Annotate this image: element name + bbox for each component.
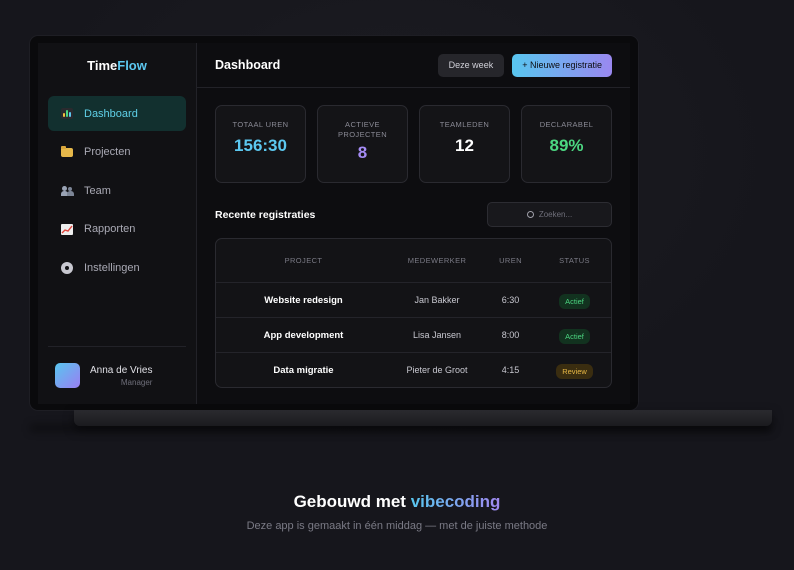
status-badge: Actief <box>559 329 590 344</box>
sidebar-item-label: Dashboard <box>84 107 138 120</box>
headline-accent: vibecoding <box>410 492 501 511</box>
stat-card-total-hours: Totaal uren 156:30 <box>215 105 306 183</box>
avatar <box>55 363 80 388</box>
user-role: Manager <box>120 377 153 387</box>
table-row[interactable]: App development Lisa Jansen 8:00 Actief <box>216 317 611 352</box>
cell-project: App development <box>263 329 344 341</box>
sidebar-item-label: Projecten <box>84 146 131 158</box>
subline: Deze app is gemaakt in één middag — met … <box>246 520 548 532</box>
column-header-employee[interactable]: Medewerker <box>391 256 483 265</box>
page-title: Dashboard <box>215 58 281 72</box>
sidebar-item-team[interactable]: Team <box>48 173 186 208</box>
stat-card-team-members: Teamleden 12 <box>419 105 510 183</box>
user-profile[interactable]: Anna de Vries Manager <box>48 346 186 404</box>
cell-project: Data migratie <box>273 364 334 376</box>
sidebar-item-label: Team <box>84 184 111 197</box>
table-header: Project Medewerker Uren Status <box>216 239 611 282</box>
cell-employee: Jan Bakker <box>414 295 460 305</box>
stat-value: 12 <box>455 136 474 155</box>
user-name: Anna de Vries <box>90 364 153 376</box>
status-badge: Actief <box>559 294 590 309</box>
cell-hours: 8:00 <box>501 330 520 340</box>
column-header-hours[interactable]: Uren <box>483 256 538 265</box>
topbar: Dashboard Deze week + Nieuwe registratie <box>197 43 630 88</box>
cell-status: Actief <box>538 291 611 309</box>
cell-status: Actief <box>538 326 611 344</box>
status-badge: Review <box>556 364 593 379</box>
sidebar-nav: Dashboard Projecten Team Rapporten Inste… <box>38 88 196 285</box>
stat-label: Totaal uren <box>232 120 289 129</box>
headline-prefix: Gebouwd met <box>293 492 411 511</box>
app-logo[interactable]: Time Flow <box>38 43 196 88</box>
sidebar-item-dashboard[interactable]: Dashboard <box>48 96 186 131</box>
chart-icon <box>60 107 74 121</box>
stat-value: 89% <box>549 136 584 155</box>
sidebar-item-instellingen[interactable]: Instellingen <box>48 250 186 285</box>
sidebar-item-projecten[interactable]: Projecten <box>48 135 186 170</box>
recent-header: Recente registraties Zoeken... <box>197 202 630 227</box>
stat-card-active-projects: Actieve projecten 8 <box>317 105 408 183</box>
laptop-screen: Time Flow Dashboard Projecten Team Rappo… <box>38 43 630 404</box>
search-icon <box>526 211 534 218</box>
table-row[interactable]: Website redesign Jan Bakker 6:30 Actief <box>216 282 611 317</box>
this-week-button[interactable]: Deze week <box>437 53 505 77</box>
sidebar-item-rapporten[interactable]: Rapporten <box>48 212 186 247</box>
stat-label: Teamleden <box>439 120 490 129</box>
gear-icon <box>60 261 74 275</box>
logo-flow: Flow <box>117 58 147 73</box>
cell-employee: Pieter de Groot <box>406 365 468 375</box>
stat-card-billable: Declarabel 89% <box>521 105 612 183</box>
search-placeholder: Zoeken... <box>538 210 573 219</box>
column-header-status[interactable]: Status <box>538 256 611 265</box>
headline: Gebouwd met vibecoding <box>0 492 794 512</box>
section-title: Recente registraties <box>215 208 316 221</box>
team-icon <box>60 184 74 198</box>
stat-value: 156:30 <box>234 136 287 155</box>
sidebar-item-label: Rapporten <box>84 223 136 235</box>
cell-status: Review <box>538 361 611 379</box>
cell-employee: Lisa Jansen <box>412 330 462 340</box>
sidebar: Time Flow Dashboard Projecten Team Rappo… <box>38 43 197 404</box>
user-info: Anna de Vries Manager <box>90 365 152 387</box>
stat-label: Actieve projecten <box>337 120 388 139</box>
main-content: Dashboard Deze week + Nieuwe registratie… <box>197 43 630 404</box>
logo-time: Time <box>87 58 118 73</box>
stats-row: Totaal uren 156:30 Actieve projecten 8 T… <box>197 88 630 183</box>
folder-icon <box>60 145 74 159</box>
stat-label: Declarabel <box>539 120 594 129</box>
laptop-base <box>74 410 772 426</box>
registrations-table: Project Medewerker Uren Status Website r… <box>215 238 612 388</box>
graph-icon <box>60 222 74 236</box>
cell-project: Website redesign <box>264 294 343 306</box>
cell-hours: 6:30 <box>501 295 520 305</box>
stat-value: 8 <box>357 143 368 162</box>
column-header-project[interactable]: Project <box>216 256 391 265</box>
cell-hours: 4:15 <box>501 365 520 375</box>
sidebar-item-label: Instellingen <box>84 261 140 274</box>
search-input[interactable]: Zoeken... <box>487 202 612 227</box>
new-registration-button[interactable]: + Nieuwe registratie <box>512 53 612 77</box>
table-row[interactable]: Data migratie Pieter de Groot 4:15 Revie… <box>216 352 611 387</box>
